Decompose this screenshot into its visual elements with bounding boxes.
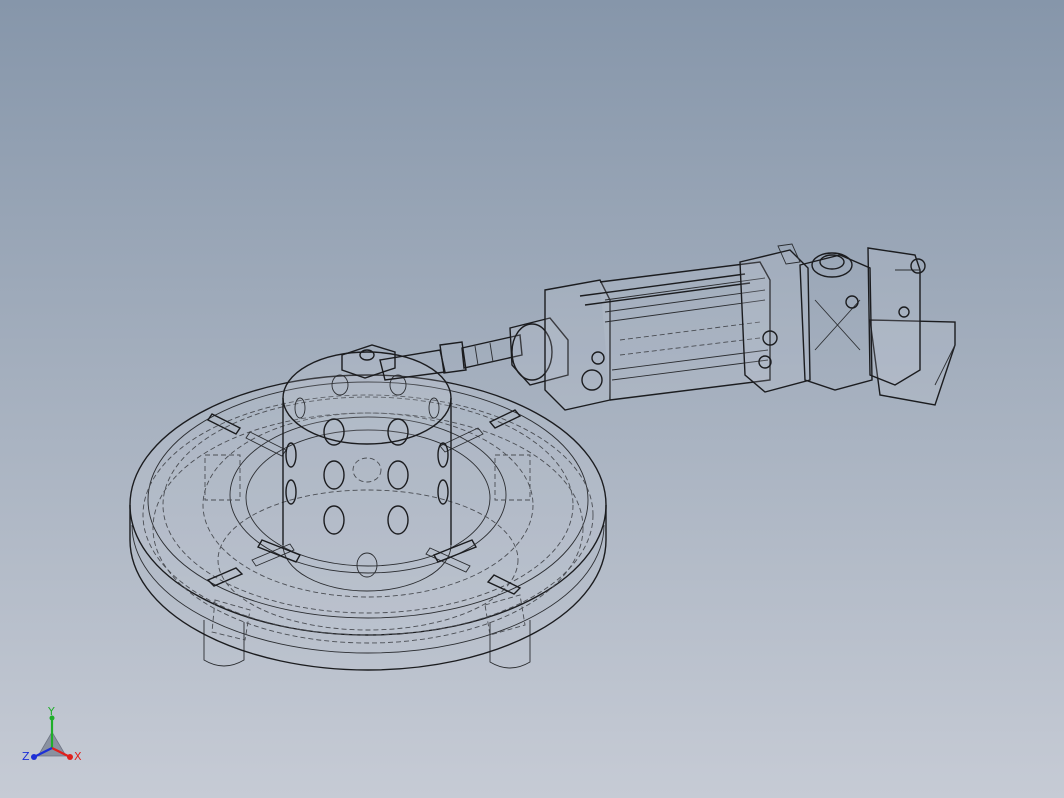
mounting-bracket[interactable] xyxy=(799,247,956,406)
cylinder-top xyxy=(282,351,452,445)
model-view[interactable] xyxy=(0,0,1064,798)
view-orientation-triad[interactable]: Y X Z xyxy=(18,700,98,780)
pneumatic-cylinder[interactable] xyxy=(509,243,811,411)
x-axis-label: X xyxy=(74,750,82,763)
rear-end-cap xyxy=(739,249,811,393)
graphics-viewport[interactable]: Y X Z xyxy=(0,0,1064,798)
front-end-cap xyxy=(544,279,611,411)
z-axis-label: Z xyxy=(22,750,30,763)
y-axis-label: Y xyxy=(47,705,55,718)
